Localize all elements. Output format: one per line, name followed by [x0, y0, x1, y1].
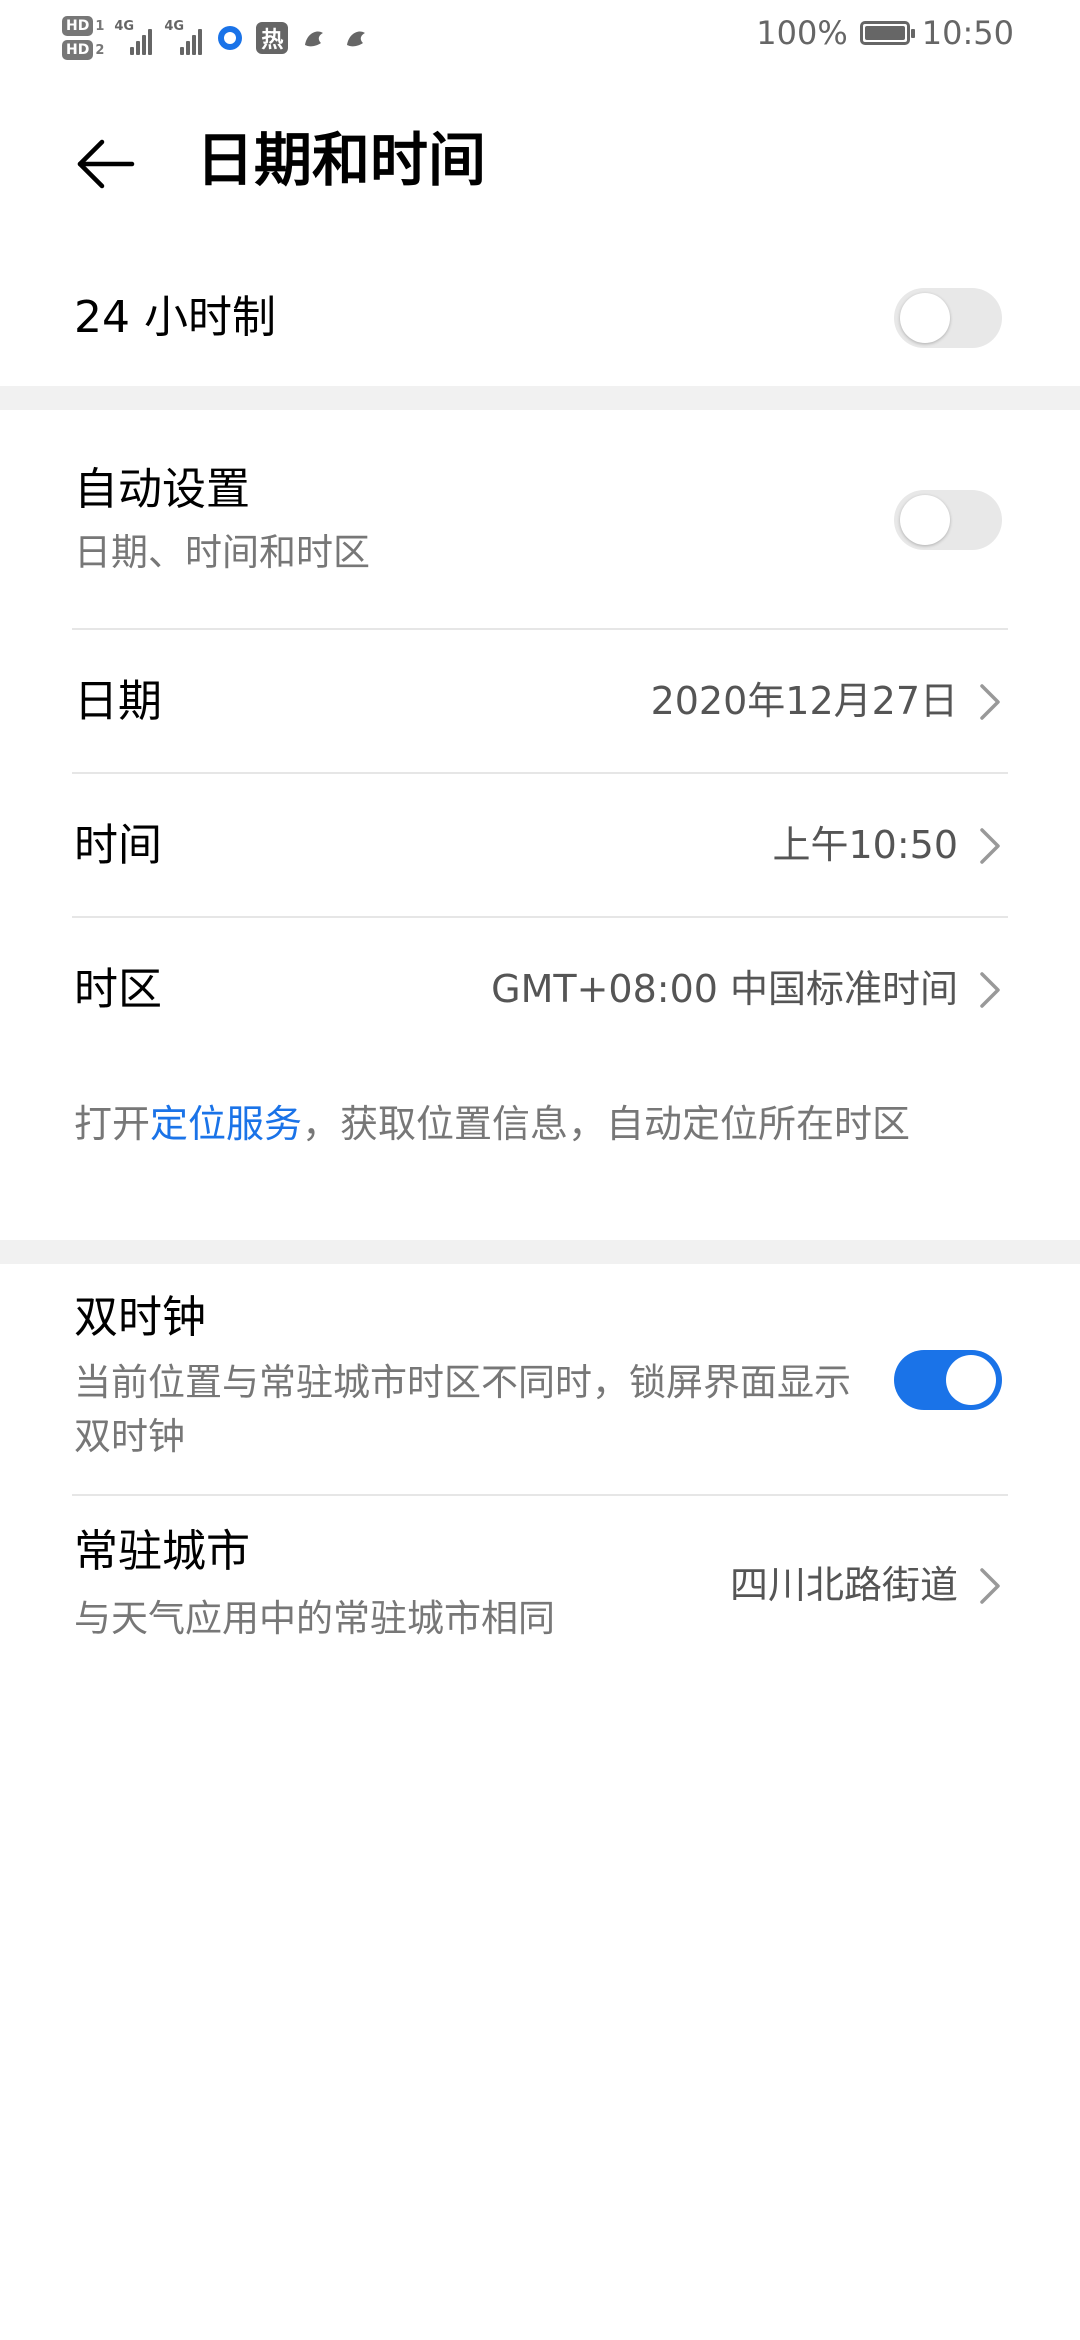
date-label: 日期 [74, 676, 162, 727]
hd2-indicator: HD 2 [62, 40, 104, 60]
hd1-label: HD [62, 16, 94, 36]
hd1-num: 1 [95, 18, 105, 34]
browser-icon [214, 22, 246, 54]
date-time-settings-page: HD 1 HD 2 4G 4G 热 100% 10:50 日期和时间 24 小时… [0, 0, 1080, 2340]
app-bar: 日期和时间 [0, 100, 1080, 220]
home-city-value: 四川北路街道 [729, 1563, 958, 1607]
hd-indicators: HD 1 HD 2 [62, 16, 104, 60]
app-notification-icon [298, 22, 330, 54]
auto-set-row[interactable]: 自动设置 日期、时间和时区 [0, 410, 1080, 630]
page-title: 日期和时间 [196, 126, 487, 194]
location-service-link[interactable]: 定位服务 [150, 1102, 302, 1146]
home-city-subtitle: 与天气应用中的常驻城市相同 [74, 1597, 555, 1640]
home-city-row[interactable]: 常驻城市 与天气应用中的常驻城市相同 四川北路街道 [0, 1496, 1080, 1676]
dual-clock-row[interactable]: 双时钟 当前位置与常驻城市时区不同时，锁屏界面显示双时钟 [0, 1264, 1080, 1494]
section-divider [0, 386, 1080, 410]
hd1-indicator: HD 1 [62, 16, 104, 36]
signal2-icon: 4G [164, 19, 204, 55]
signal1-icon: 4G [114, 19, 154, 55]
time-value: 上午10:50 [772, 823, 958, 867]
dual-clock-toggle[interactable] [894, 1350, 1002, 1410]
section-divider [0, 1240, 1080, 1264]
note-prefix: 打开 [74, 1102, 151, 1146]
hour24-row[interactable]: 24 小时制 [0, 262, 1080, 372]
hd2-label: HD [62, 40, 94, 60]
toggle-knob [900, 495, 950, 545]
chevron-right-icon [980, 972, 1000, 1008]
status-bar: HD 1 HD 2 4G 4G 热 100% 10:50 [0, 0, 1080, 76]
chevron-right-icon [980, 1568, 1000, 1604]
status-icons-left: HD 1 HD 2 4G 4G 热 [62, 8, 372, 68]
time-row[interactable]: 时间 上午10:50 [0, 774, 1080, 918]
battery-fill [864, 26, 905, 40]
timezone-value: GMT+08:00 中国标准时间 [491, 967, 958, 1011]
clock-time: 10:50 [921, 14, 1014, 52]
status-icons-right: 100% 10:50 [756, 14, 1014, 52]
note-suffix: ，获取位置信息，自动定位所在时区 [302, 1102, 911, 1146]
location-service-note: 打开定位服务，获取位置信息，自动定位所在时区 [74, 1094, 974, 1154]
date-value: 2020年12月27日 [650, 679, 958, 723]
toggle-knob [946, 1355, 996, 1405]
hour24-label: 24 小时制 [74, 292, 276, 343]
dual-clock-label: 双时钟 [74, 1292, 206, 1343]
chevron-right-icon [980, 828, 1000, 864]
hot-label: 热 [261, 28, 284, 53]
app-notification-icon-2 [340, 22, 372, 54]
back-button[interactable] [66, 124, 146, 204]
time-label: 时间 [74, 820, 162, 871]
timezone-label: 时区 [74, 964, 162, 1015]
timezone-row[interactable]: 时区 GMT+08:00 中国标准时间 [0, 918, 1080, 1062]
signal1-tag: 4G [114, 19, 135, 34]
home-city-label: 常驻城市 [74, 1526, 250, 1577]
auto-set-toggle[interactable] [894, 490, 1002, 550]
hour24-toggle[interactable] [894, 288, 1002, 348]
hd2-num: 2 [95, 42, 105, 58]
auto-set-label: 自动设置 [74, 464, 250, 515]
battery-icon [859, 21, 915, 45]
signal2-tag: 4G [164, 19, 185, 34]
dual-clock-subtitle: 当前位置与常驻城市时区不同时，锁屏界面显示双时钟 [74, 1361, 851, 1458]
chevron-right-icon [980, 684, 1000, 720]
auto-set-subtitle: 日期、时间和时区 [74, 531, 370, 574]
toggle-knob [900, 293, 950, 343]
hot-news-icon: 热 [256, 22, 289, 54]
battery-percent: 100% [756, 14, 848, 52]
date-row[interactable]: 日期 2020年12月27日 [0, 630, 1080, 774]
back-arrow-icon [77, 139, 135, 189]
